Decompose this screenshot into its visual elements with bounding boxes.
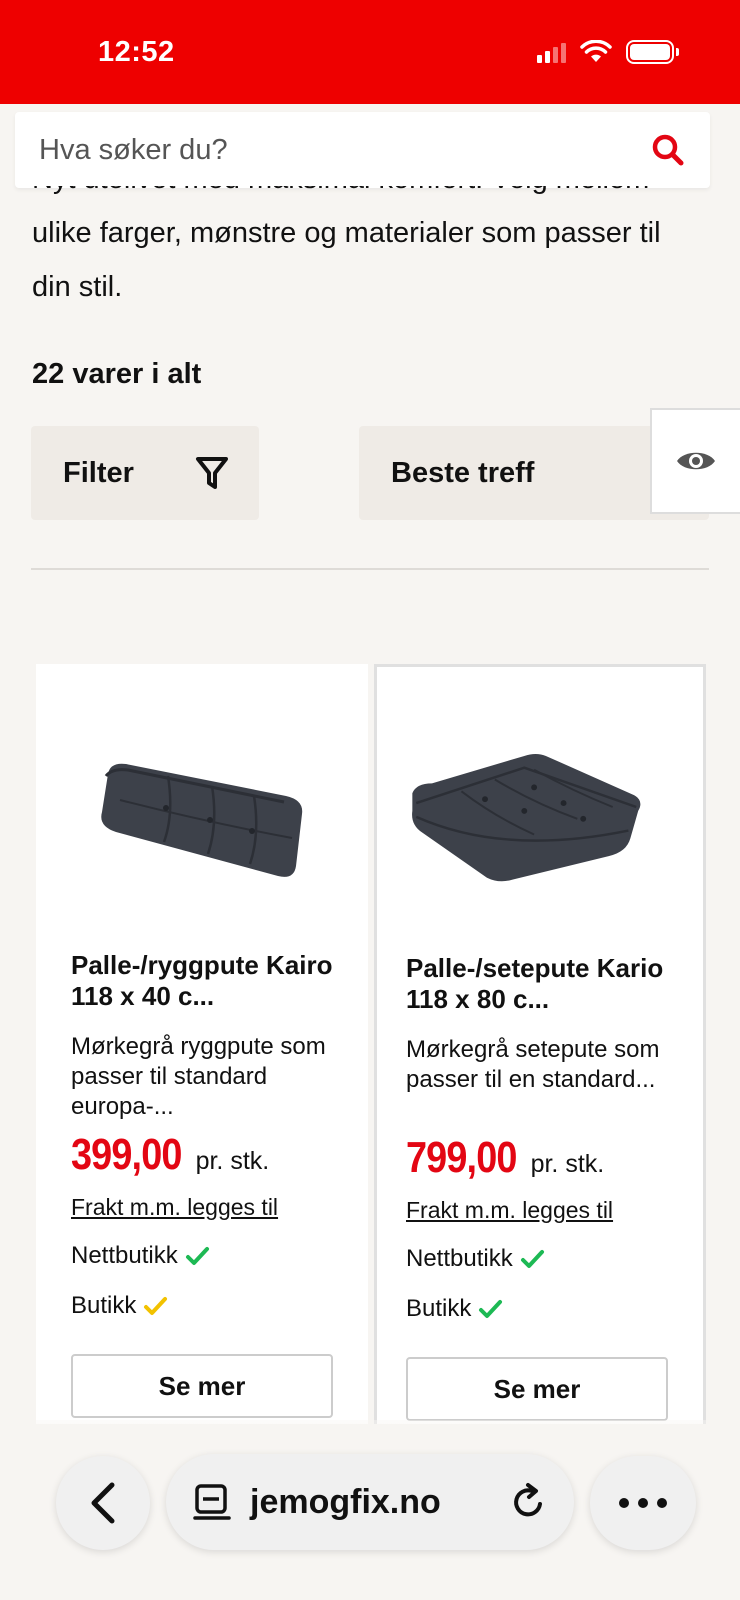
store-label: Butikk [406,1295,472,1322]
product-card[interactable]: Palle-/setepute Kario 118 x 80 c... Mørk… [374,664,706,1424]
green-check-icon [479,1300,503,1318]
url-text: jemogfix.no [250,1482,441,1521]
see-more-button[interactable]: Se mer [406,1357,668,1421]
filter-button[interactable]: Filter [31,426,259,520]
sort-label: Beste treff [391,456,535,489]
search-icon[interactable] [650,132,686,168]
green-check-icon [520,1250,544,1268]
search-bar [15,112,710,188]
category-description: Nyt utelivet med maksimal komfort. Velg … [32,186,661,303]
ellipsis-icon [619,1498,667,1508]
price-row: 399,00 pr. stk. [71,1130,269,1180]
store-availability: Butikk [406,1295,503,1323]
product-description: Mørkegrå ryggpute som passer til standar… [71,1033,326,1120]
product-card[interactable]: Palle-/ryggpute Kairo 118 x 40 c... Mørk… [36,664,368,1424]
online-availability: Nettbutikk [406,1245,545,1273]
divider [31,568,709,570]
address-bar[interactable]: jemogfix.no [166,1454,574,1550]
shipping-link[interactable]: Frakt m.m. legges til [71,1194,278,1221]
green-check-icon [185,1247,209,1265]
yellow-check-icon [144,1297,168,1315]
reader-mode-icon[interactable] [192,1482,232,1522]
product-image-back-cushion[interactable] [36,704,368,904]
back-button[interactable] [56,1456,150,1550]
status-time: 12:52 [98,36,175,68]
status-bar: 12:52 [0,0,740,104]
see-more-button[interactable]: Se mer [71,1354,333,1418]
filter-icon [196,457,228,489]
status-icons [537,40,679,64]
store-availability: Butikk [71,1292,168,1320]
product-price: 399,00 [71,1130,182,1179]
battery-icon [626,40,679,64]
product-title[interactable]: Palle-/ryggpute Kairo 118 x 40 c... [71,950,341,1012]
product-image-seat-cushion[interactable] [377,707,703,907]
online-label: Nettbutikk [71,1242,178,1269]
chevron-left-icon [91,1482,115,1524]
store-label: Butikk [71,1292,137,1319]
category-description-wrap: Nyt utelivet med maksimal komfort. Velg … [32,186,672,336]
price-unit: pr. stk. [530,1150,605,1178]
eye-icon [677,452,715,470]
signal-icon [537,41,566,63]
product-description: Mørkegrå setepute som passer til en stan… [406,1036,660,1093]
shipping-link[interactable]: Frakt m.m. legges til [406,1197,613,1224]
wifi-icon [580,40,612,62]
online-availability: Nettbutikk [71,1242,210,1270]
price-row: 799,00 pr. stk. [406,1133,604,1183]
search-input[interactable] [39,133,650,167]
product-title[interactable]: Palle-/setepute Kario 118 x 80 c... [406,953,676,1015]
item-count: 22 varer i alt [32,358,202,390]
browser-toolbar: jemogfix.no [0,1420,740,1600]
price-unit: pr. stk. [195,1147,270,1175]
filter-label: Filter [63,456,134,489]
online-label: Nettbutikk [406,1245,513,1272]
reload-icon[interactable] [508,1482,548,1522]
accessibility-eye-button[interactable] [650,408,740,514]
product-price: 799,00 [406,1133,517,1182]
more-options-button[interactable] [590,1456,696,1550]
